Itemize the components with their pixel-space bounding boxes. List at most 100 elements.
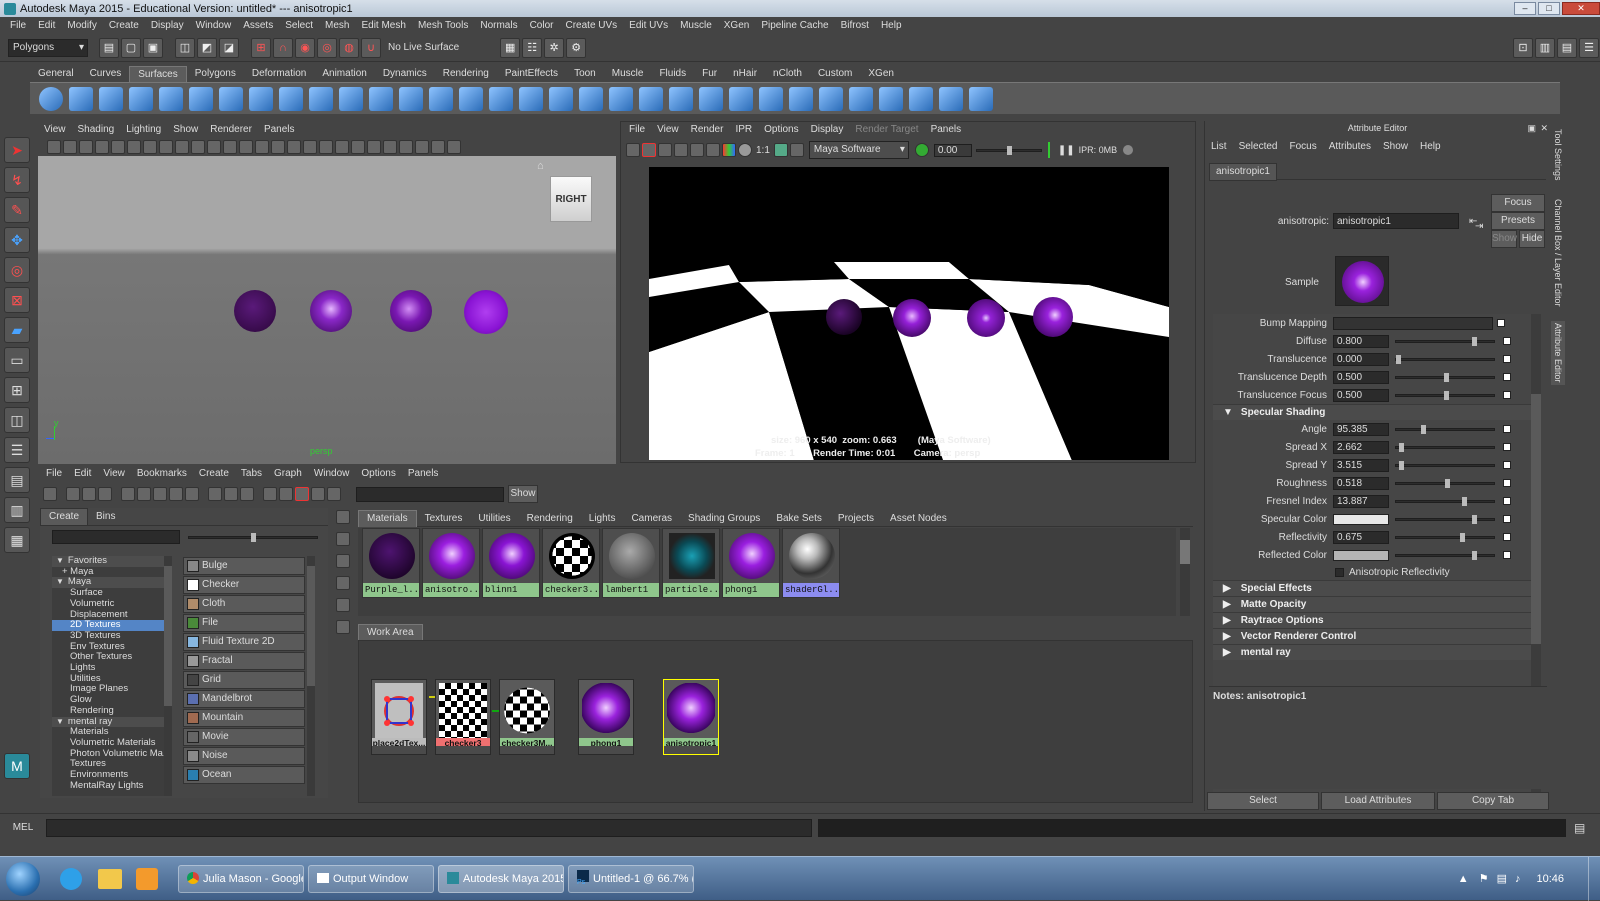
home-icon[interactable]: ⌂ — [537, 160, 544, 172]
exposure-field[interactable]: 0.00 — [933, 143, 972, 157]
wireframe-icon[interactable] — [223, 140, 237, 154]
hs-menu-edit[interactable]: Edit — [68, 466, 97, 482]
camera-select-icon[interactable] — [47, 140, 61, 154]
shelf-tab-rendering[interactable]: Rendering — [435, 66, 497, 82]
menu-assets[interactable]: Assets — [237, 17, 279, 34]
menu-create[interactable]: Create — [103, 17, 145, 34]
node-port-bar[interactable] — [664, 746, 718, 754]
attr-slider[interactable] — [1395, 514, 1495, 524]
tab-create[interactable]: Create — [40, 507, 89, 526]
action-center-icon[interactable]: ⚑ — [1479, 872, 1489, 885]
snap-point-icon[interactable]: ◉ — [295, 37, 315, 58]
mel-label[interactable]: MEL — [0, 822, 46, 833]
render-menu-ipr[interactable]: IPR — [729, 122, 758, 138]
menu-window[interactable]: Window — [190, 17, 238, 34]
menu-edit[interactable]: Edit — [32, 17, 61, 34]
shelf-tab-dynamics[interactable]: Dynamics — [375, 66, 435, 82]
rotate-tool-icon[interactable]: ◎ — [4, 257, 30, 283]
shelf-tab-general[interactable]: General — [30, 66, 82, 82]
safe-action-icon[interactable] — [191, 140, 205, 154]
nurbs-plane-icon[interactable] — [159, 86, 183, 111]
toggle-attribute-editor-icon[interactable]: ▥ — [1535, 37, 1555, 58]
toggle-channel-box-icon[interactable]: ☰ — [1579, 37, 1599, 58]
nurbs-cylinder-icon[interactable] — [99, 86, 123, 111]
convert-icon[interactable] — [969, 86, 993, 111]
attach-icon[interactable] — [579, 86, 603, 111]
save-scene-icon[interactable]: ▣ — [143, 37, 163, 58]
anti-alias-icon[interactable] — [367, 140, 381, 154]
extrude-icon[interactable] — [309, 86, 333, 111]
map-button-icon[interactable] — [1503, 391, 1511, 399]
menu-select[interactable]: Select — [279, 17, 319, 34]
node-name-field[interactable]: anisotropic1 — [1333, 213, 1459, 229]
attr-value-field[interactable]: 95.385 — [1333, 422, 1389, 436]
render-menu-panels[interactable]: Panels — [925, 122, 968, 138]
viewport-menu-renderer[interactable]: Renderer — [204, 122, 258, 138]
presets-button[interactable]: Presets — [1491, 212, 1545, 230]
attr-color-swatch[interactable] — [1333, 549, 1389, 561]
menu-bifrost[interactable]: Bifrost — [835, 17, 875, 34]
viewport-sphere-blinn[interactable] — [390, 290, 432, 332]
shelf-tab-curves[interactable]: Curves — [82, 66, 130, 82]
render-menu-render[interactable]: Render — [685, 122, 730, 138]
exposure-icon[interactable] — [914, 143, 929, 157]
project-curve-icon[interactable] — [459, 86, 483, 111]
attr-menu-focus[interactable]: Focus — [1283, 139, 1322, 155]
hs-menu-bookmarks[interactable]: Bookmarks — [131, 466, 193, 482]
collapsed-section[interactable]: ▶ Vector Renderer Control — [1213, 628, 1531, 644]
attr-value-field[interactable]: 2.662 — [1333, 440, 1389, 454]
menu-create-uvs[interactable]: Create UVs — [559, 17, 623, 34]
show-hidden-icons[interactable]: ▲ — [1458, 873, 1469, 885]
close-button[interactable]: ✕ — [1562, 2, 1600, 15]
viewport-sphere-phong[interactable] — [464, 290, 508, 334]
snapshot-icon[interactable] — [658, 143, 672, 157]
birail-icon[interactable] — [339, 86, 363, 111]
nurbs-torus-icon[interactable] — [189, 86, 213, 111]
loft-icon[interactable] — [249, 86, 273, 111]
smooth-shade-icon[interactable] — [239, 140, 253, 154]
menuset-dropdown[interactable]: Polygons ▾ — [8, 38, 88, 57]
menu-edit-mesh[interactable]: Edit Mesh — [355, 17, 411, 34]
planar-icon[interactable] — [279, 86, 303, 111]
graph-node[interactable]: phong1 — [578, 679, 634, 755]
renderer-dropdown[interactable]: Maya Software ▾ — [808, 141, 909, 159]
safe-title-icon[interactable] — [207, 140, 221, 154]
collapsed-section[interactable]: ▶ Matte Opacity — [1213, 596, 1531, 612]
menu-mesh[interactable]: Mesh — [319, 17, 355, 34]
viewport-menu-show[interactable]: Show — [167, 122, 204, 138]
hs-tab-textures[interactable]: Textures — [417, 511, 471, 527]
shadows-icon[interactable] — [287, 140, 301, 154]
hide-button[interactable]: Hide — [1519, 230, 1545, 248]
attr-slider[interactable] — [1395, 390, 1495, 400]
collapsed-section[interactable]: ▶ mental ray — [1213, 644, 1531, 660]
map-button-icon[interactable] — [1503, 443, 1511, 451]
material-swatch[interactable]: anisotro... — [422, 528, 480, 598]
render-view-icon[interactable]: ▦ — [500, 37, 521, 58]
tab-bins[interactable]: Bins — [88, 511, 123, 522]
hs-menu-tabs[interactable]: Tabs — [235, 466, 268, 482]
attr-value-field[interactable]: 0.000 — [1333, 352, 1389, 366]
output-connection-icon[interactable]: ⇥ — [1475, 221, 1483, 232]
material-swatch[interactable]: Purple_l... — [362, 528, 420, 598]
menu-muscle[interactable]: Muscle — [674, 17, 718, 34]
create-node-item[interactable]: Noise — [183, 747, 305, 765]
attr-slider[interactable] — [1395, 424, 1495, 434]
create-node-item[interactable]: File — [183, 614, 305, 632]
shelf-tab-animation[interactable]: Animation — [314, 66, 374, 82]
square-surface-icon[interactable] — [399, 86, 423, 111]
viewport-menu-panels[interactable]: Panels — [258, 122, 301, 138]
hs-tab-shading-groups[interactable]: Shading Groups — [680, 511, 768, 527]
magnet-icon[interactable]: ∪ — [361, 37, 381, 58]
minimize-button[interactable]: – — [1514, 2, 1536, 15]
tree-item[interactable]: MentalRay Lights — [52, 780, 164, 792]
hs-menu-panels[interactable]: Panels — [402, 466, 445, 482]
rebuild-icon[interactable] — [789, 86, 813, 111]
last-tool-icon[interactable]: ▰ — [4, 317, 30, 343]
collapsed-section[interactable]: ▶ Raytrace Options — [1213, 612, 1531, 628]
attr-value-field[interactable]: 0.800 — [1333, 334, 1389, 348]
new-scene-icon[interactable]: ▤ — [99, 37, 119, 58]
film-gate-icon[interactable] — [127, 140, 141, 154]
snap-curve-icon[interactable]: ∩ — [273, 37, 293, 58]
tree-item[interactable]: Image Planes — [52, 684, 164, 695]
input-output-connections-icon[interactable] — [169, 487, 183, 501]
